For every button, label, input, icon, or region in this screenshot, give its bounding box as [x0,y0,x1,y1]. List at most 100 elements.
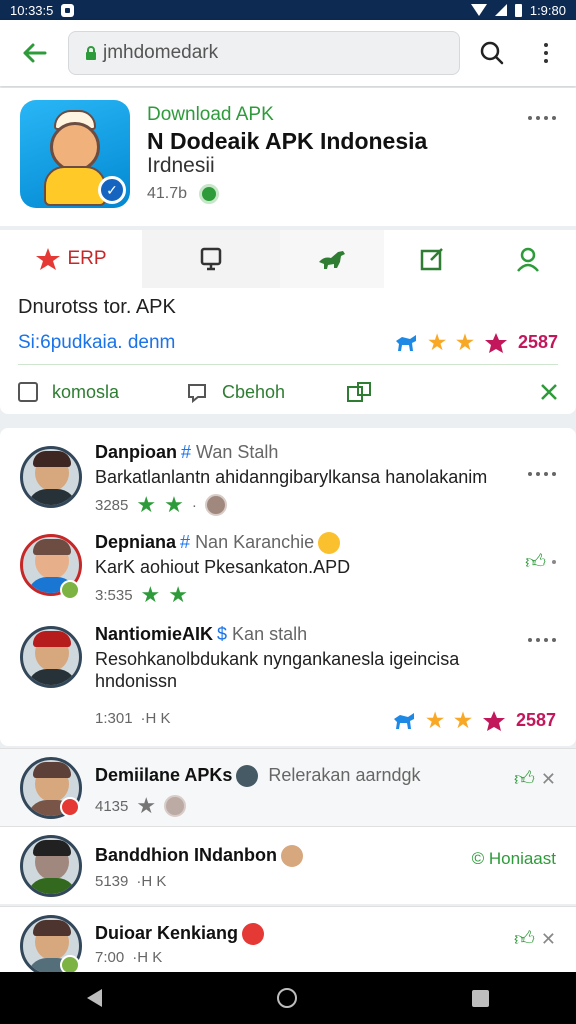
close-icon: ✕ [540,928,556,949]
url-text: jmhdomedark [103,42,219,63]
list-item-name: Banddhion INdanbon [95,845,277,865]
app-header-card: ✓ Download APK N Dodeaik APK Indonesia I… [0,88,576,226]
thumb-up-icon: 👍︎ [514,768,535,790]
browser-toolbar: jmhdomedark [0,20,576,86]
review-author-handle: Kan stalh [232,624,308,644]
tab-screen[interactable] [142,230,280,288]
action-row: komosla Cbehoh [18,374,558,410]
star-icon: ★ [426,710,445,732]
nav-home-button[interactable] [276,988,297,1008]
more-horiz-dot [552,638,556,642]
star-icon: ★ [168,582,189,607]
tab-edit[interactable] [384,230,480,288]
tab-erp-label: ERP [67,248,107,269]
system-nav-bar [0,972,576,1024]
review-count: 1:301 [95,710,133,727]
status-right-text: 1:9:80 [529,2,566,18]
review-menu-button[interactable] [528,638,556,642]
close-icon: ✕ [540,768,556,789]
review-count: 3:535 [95,586,133,604]
avatar-hair [33,920,71,936]
coin-icon [164,795,187,817]
overflow-menu-button[interactable] [524,20,568,86]
tab-dino[interactable] [280,230,384,288]
review-menu-button[interactable] [528,472,556,476]
avatar-shoulders [27,489,77,505]
list-item-meta-suffix: ·H K [136,873,167,890]
icon-body [44,166,106,206]
rating-count: 2587 [517,332,558,352]
more-horiz-icon [552,560,556,564]
star-icon: ★ [136,793,157,818]
avatar[interactable] [20,626,82,688]
like-button[interactable]: 👍︎ ✕ [514,767,556,791]
more-horiz-dot [552,116,556,120]
review-text: Barkatlanlantn ahidanngibarylkansa hanol… [95,467,488,487]
avatar[interactable] [20,446,82,508]
list-item-title: Banddhion INdanbon [95,845,303,868]
icon-face [50,122,100,172]
avatar-shoulders [27,878,77,894]
nav-back-button[interactable] [87,989,103,1007]
star-icon: ★ [140,582,161,607]
avatar [20,835,82,897]
star-icon: ★ [164,492,184,517]
app-subtitle: Irdnesii [147,154,215,177]
review-author-tag: # Nan Karanchie [180,532,314,552]
review-meta-suffix: ·H K [140,710,171,727]
list-item-tag: Relerakan aarndgk [268,765,421,785]
lock-icon [86,46,96,60]
hashtag-icon: $ [217,624,228,644]
app-title: N Dodeaik APK Indonesia [147,128,428,154]
emoji-icon [318,532,341,555]
review-author-handle: Nan Karanchie [195,532,315,552]
action-second[interactable]: Cbehoh [186,381,346,403]
monitor-icon [200,247,222,271]
avatar-hair [33,539,71,555]
review-author-name: NantiomieAIK [95,624,214,644]
nav-recents-button[interactable] [471,989,489,1007]
search-icon [480,41,504,65]
action-first[interactable]: komosla [18,382,186,403]
pink-star-badge-icon [484,332,507,353]
download-apk-link[interactable]: Download APK [147,104,274,126]
more-vert-dot [544,51,548,55]
review-meta: 3:535 ★ ★ [95,582,188,608]
thumb-up-icon: 👍︎ [514,928,535,950]
star-icon: ★ [456,332,474,354]
tab-erp[interactable]: ERP [0,230,142,288]
action-share[interactable] [346,381,526,403]
star-badge-icon [36,248,61,270]
app-more-button[interactable] [528,116,556,120]
animal-icon [396,334,417,351]
thumb-up-icon: 👍︎ [525,551,546,573]
list-item-count: 5139 [95,873,129,890]
back-button[interactable] [0,20,68,86]
list-item[interactable]: Banddhion INdanbon 5139 ·H K © Honiaast [0,826,576,904]
list-item-action[interactable]: © Honiaast [472,849,556,869]
more-horiz-dot [544,638,548,642]
search-button[interactable] [460,20,524,86]
list-item-name: Demiilane APKs [95,765,233,785]
list-item-count: 7:00 [95,949,125,966]
list-item-meta-suffix: ·H K [132,949,163,966]
description-link[interactable]: Si:6pudkaia. denm [18,332,175,354]
review-text: KarK aohiout Pkesankaton.APD [95,557,351,577]
list-item[interactable]: Duioar Kenkiang 7:00 ·H K 👍︎ ✕ [0,906,576,977]
more-horiz-dot [536,472,540,476]
close-button[interactable] [540,383,558,401]
like-button[interactable]: 👍︎ [525,550,556,574]
more-horiz-icon [528,116,532,120]
more-horiz-dot [544,472,548,476]
list-item[interactable]: Demiilane APKs Relerakan aarndgk 4135 ★ 👍… [0,748,576,826]
bullet-icon: · [191,496,197,514]
tab-bar: ERP [0,230,576,288]
review-author-name: Danpioan [95,442,178,462]
like-button[interactable]: 👍︎ ✕ [514,927,556,951]
notification-icon [61,3,75,17]
alert-badge-icon [60,797,80,817]
url-bar[interactable]: jmhdomedark [68,31,460,75]
tab-profile[interactable] [480,230,576,288]
status-bar: 10:33:5 1:9:80 [0,0,576,20]
hashtag-icon: # [181,442,192,462]
